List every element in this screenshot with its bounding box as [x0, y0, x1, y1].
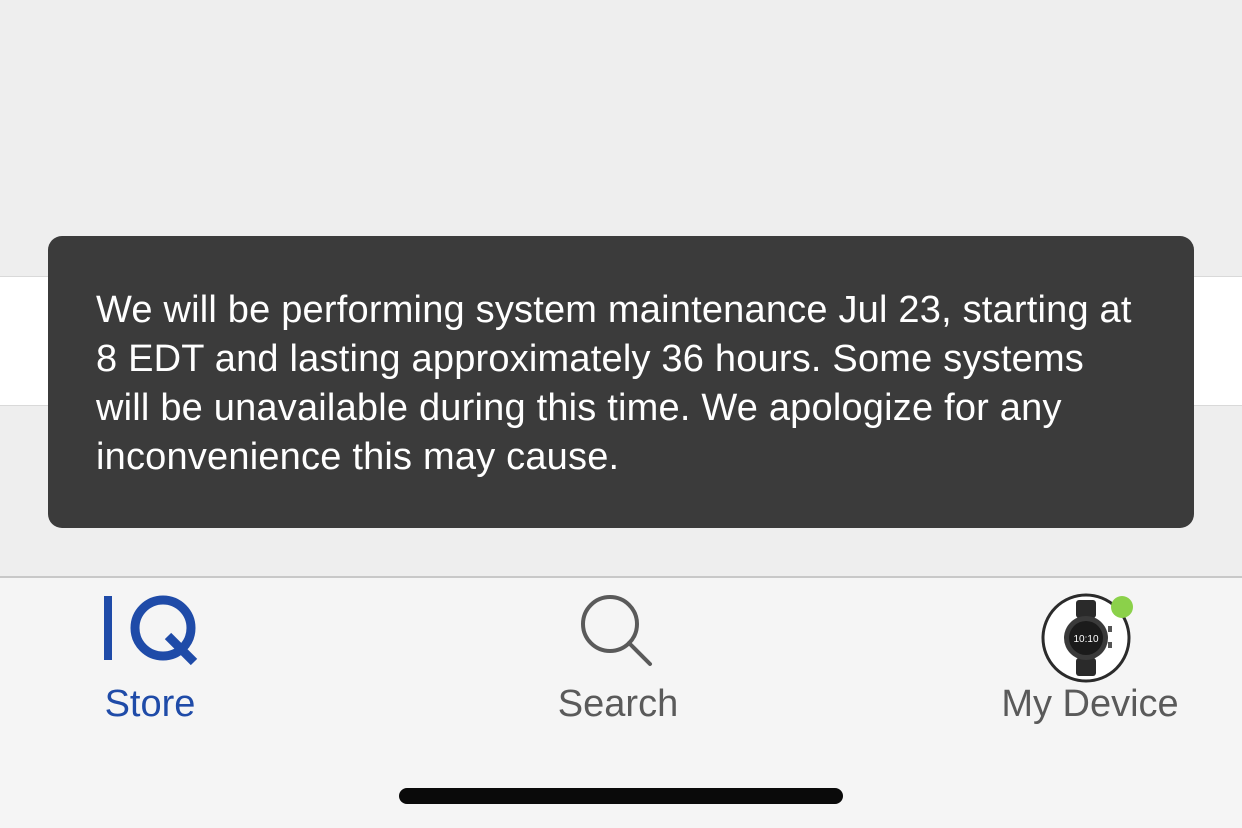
home-indicator[interactable]	[399, 788, 843, 804]
tab-my-device[interactable]: 10:10 My Device	[990, 578, 1190, 738]
watch-face-time: 10:10	[1073, 634, 1098, 645]
maintenance-toast[interactable]: We will be performing system maintenance…	[48, 236, 1194, 528]
app-screen: We will be performing system maintenance…	[0, 0, 1242, 828]
tab-my-device-label: My Device	[1001, 683, 1179, 725]
tab-search-label: Search	[557, 683, 679, 725]
status-dot-icon	[1111, 596, 1133, 618]
iq-store-icon	[100, 592, 200, 673]
tab-search[interactable]: Search	[518, 578, 718, 738]
tab-store-label: Store	[104, 683, 196, 725]
tab-store[interactable]: Store	[60, 578, 240, 738]
toast-message: We will be performing system maintenance…	[96, 289, 1132, 478]
search-icon	[578, 592, 658, 673]
